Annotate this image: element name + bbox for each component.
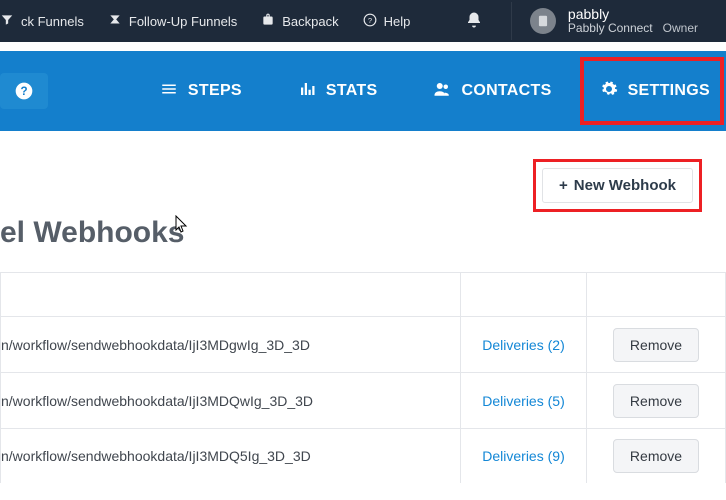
new-webhook-highlight: + New Webhook xyxy=(533,159,702,212)
account-product: Pabbly Connect xyxy=(568,22,653,36)
settings-icon xyxy=(600,80,618,103)
content-area: + New Webhook el Webhooks n/workflow/sen… xyxy=(0,131,726,483)
bell-icon xyxy=(465,11,483,29)
table-head xyxy=(1,273,725,317)
new-webhook-button[interactable]: + New Webhook xyxy=(542,168,693,203)
deliveries-link[interactable]: Deliveries (2) xyxy=(482,337,565,353)
nav-label: Help xyxy=(384,14,411,29)
tab-settings-highlight: SETTINGS xyxy=(580,57,724,125)
remove-button[interactable]: Remove xyxy=(613,439,699,473)
header-divider xyxy=(0,42,726,51)
top-header: ck Funnels Follow-Up Funnels Backpack ? … xyxy=(0,0,726,42)
webhook-url: n/workflow/sendwebhookdata/IjI3MDQwIg_3D… xyxy=(1,393,460,409)
nav-followup-funnels[interactable]: Follow-Up Funnels xyxy=(108,13,237,30)
deliveries-link[interactable]: Deliveries (9) xyxy=(482,448,565,464)
tab-stats[interactable]: STATS xyxy=(270,51,406,131)
stats-icon xyxy=(298,80,316,103)
svg-text:?: ? xyxy=(368,15,372,24)
plus-icon: + xyxy=(559,177,568,194)
account-menu[interactable]: pabbly Pabbly Connect Owner xyxy=(511,2,726,40)
remove-button[interactable]: Remove xyxy=(613,328,699,362)
account-role: Owner xyxy=(663,22,698,36)
new-webhook-label: New Webhook xyxy=(574,177,676,194)
nav-backpack[interactable]: Backpack xyxy=(261,13,338,30)
nav-label: ck Funnels xyxy=(21,14,84,29)
tab-label: STATS xyxy=(326,82,378,100)
tab-contacts[interactable]: CONTACTS xyxy=(405,51,579,131)
webhooks-table: n/workflow/sendwebhookdata/IjI3MDgwIg_3D… xyxy=(0,272,726,483)
webhook-url: n/workflow/sendwebhookdata/IjI3MDgwIg_3D… xyxy=(1,337,460,353)
table-row: n/workflow/sendwebhookdata/IjI3MDgwIg_3D… xyxy=(1,317,725,373)
help-button[interactable]: ? xyxy=(0,73,48,109)
steps-icon xyxy=(160,80,178,103)
tab-label: STEPS xyxy=(188,82,242,100)
account-name: pabbly xyxy=(568,6,698,22)
avatar xyxy=(530,8,556,34)
webhook-url: n/workflow/sendwebhookdata/IjI3MDQ5Ig_3D… xyxy=(1,448,460,464)
nav-label: Backpack xyxy=(282,14,338,29)
table-row: n/workflow/sendwebhookdata/IjI3MDQ5Ig_3D… xyxy=(1,429,725,483)
tab-steps[interactable]: STEPS xyxy=(132,51,270,131)
nav-help[interactable]: ? Help xyxy=(363,13,411,30)
question-icon: ? xyxy=(14,81,34,101)
nav-click-funnels[interactable]: ck Funnels xyxy=(0,13,84,30)
table-row: n/workflow/sendwebhookdata/IjI3MDQwIg_3D… xyxy=(1,373,725,429)
contacts-icon xyxy=(433,80,451,103)
notifications-bell[interactable] xyxy=(465,11,483,32)
page-title: el Webhooks xyxy=(0,216,726,272)
tab-label: CONTACTS xyxy=(461,82,551,100)
deliveries-link[interactable]: Deliveries (5) xyxy=(482,393,565,409)
new-webhook-row: + New Webhook xyxy=(0,131,726,212)
backpack-icon xyxy=(261,13,275,30)
top-nav: ck Funnels Follow-Up Funnels Backpack ? … xyxy=(0,13,451,30)
tab-settings[interactable]: SETTINGS xyxy=(596,61,714,121)
funnel-icon xyxy=(0,13,14,30)
avatar-doc-icon xyxy=(536,14,550,28)
followup-icon xyxy=(108,13,122,30)
svg-text:?: ? xyxy=(20,85,27,98)
tab-bar: ? STEPS STATS CONTACTS SETTINGS xyxy=(0,51,726,131)
nav-label: Follow-Up Funnels xyxy=(129,14,237,29)
help-icon: ? xyxy=(363,13,377,30)
account-text: pabbly Pabbly Connect Owner xyxy=(568,6,698,36)
remove-button[interactable]: Remove xyxy=(613,384,699,418)
tab-label: SETTINGS xyxy=(628,82,710,100)
